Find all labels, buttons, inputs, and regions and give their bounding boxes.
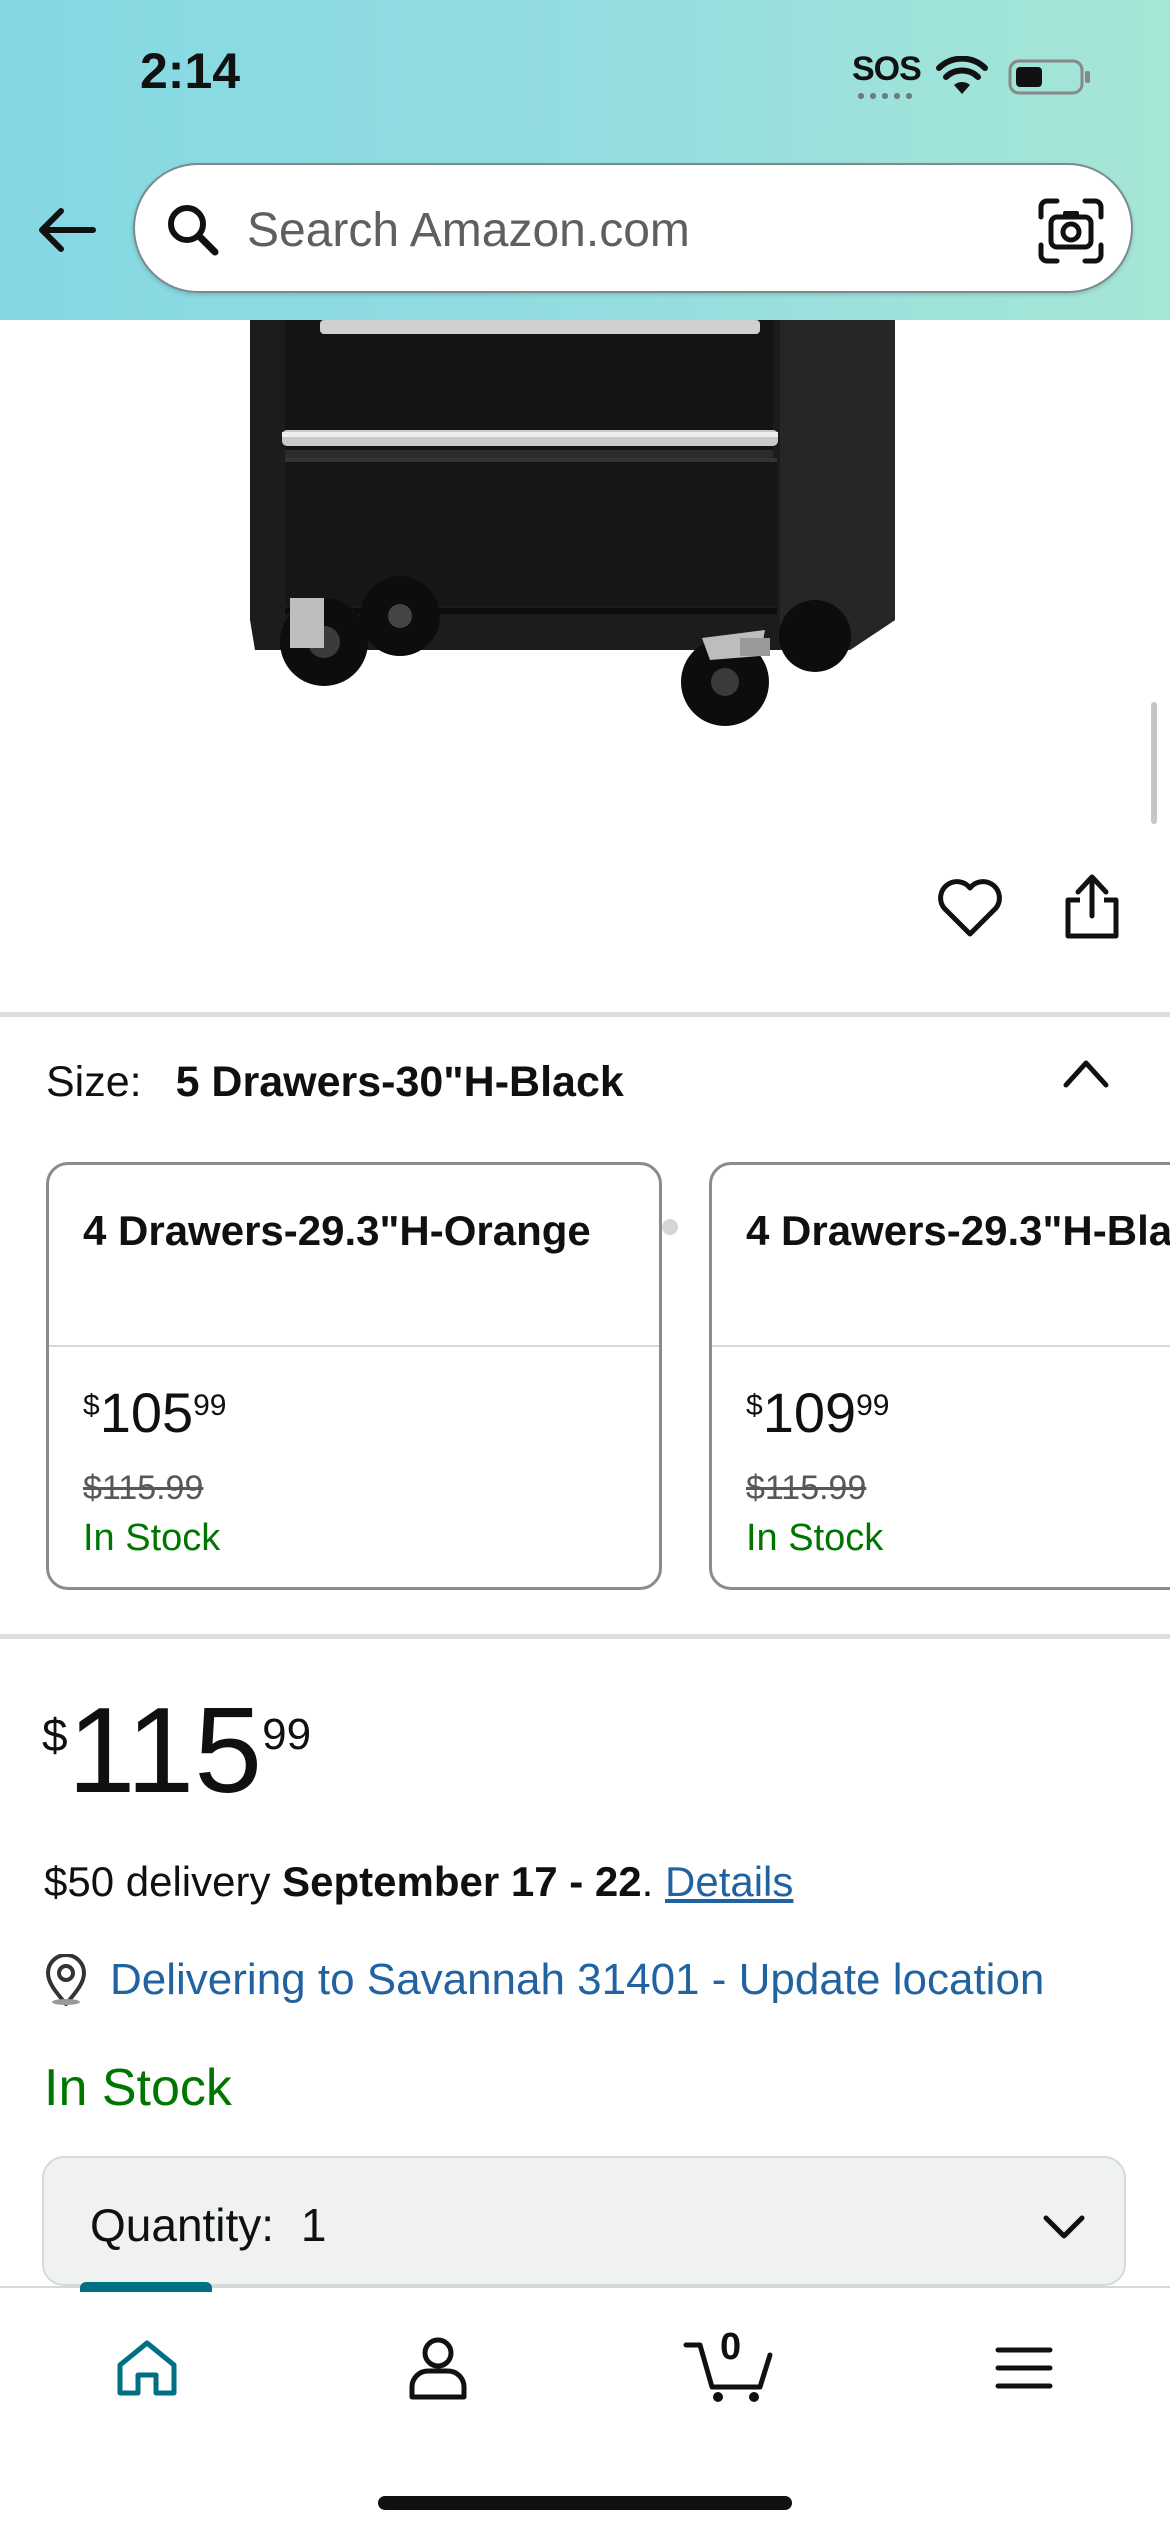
chevron-up-icon[interactable] (1060, 1055, 1112, 1091)
variant-price-fraction: 99 (856, 1389, 890, 1422)
heart-icon[interactable] (936, 878, 1004, 940)
quantity-dropdown[interactable]: Quantity: 1 (42, 2156, 1126, 2286)
delivery-info: $50 delivery September 17 - 22. Details (44, 1858, 793, 1906)
chevron-down-icon (1043, 2215, 1085, 2239)
camera-lens-icon[interactable] (1035, 195, 1107, 267)
variant-price-whole: 109 (762, 1381, 857, 1444)
update-location-link[interactable]: Delivering to Savannah 31401 - Update lo… (44, 1954, 1044, 2006)
variant-divider (712, 1345, 1170, 1347)
status-time: 2:14 (140, 43, 241, 99)
battery-icon (1008, 59, 1090, 95)
person-icon (409, 2337, 467, 2400)
delivery-date: September 17 - 22 (282, 1858, 642, 1905)
product-image (250, 320, 895, 726)
home-icon (117, 2340, 177, 2396)
variant-price-currency: $ (746, 1389, 763, 1422)
signal-dots-icon (855, 92, 915, 100)
share-icon[interactable] (1062, 872, 1122, 942)
variant-price-currency: $ (83, 1389, 100, 1422)
variant-card[interactable]: 4 Drawers-29.3"H-Orange $ 105 99 $115.99… (46, 1162, 662, 1590)
variant-price: $ 109 99 (746, 1383, 890, 1443)
nav-cart[interactable]: 0 (680, 2326, 780, 2408)
search-bar[interactable] (133, 163, 1133, 293)
variant-list-price: $115.99 (746, 1469, 867, 1507)
size-label: Size: (46, 1058, 142, 1106)
bottom-navigation: 0 (0, 2282, 1170, 2532)
home-indicator (378, 2496, 792, 2510)
product-price: $ 115 99 (42, 1682, 312, 1818)
nav-active-indicator (80, 2282, 212, 2292)
nav-account[interactable] (388, 2328, 488, 2408)
variant-stock: In Stock (746, 1517, 884, 1559)
availability-status: In Stock (44, 2059, 232, 2117)
scroll-indicator (1151, 702, 1157, 824)
delivery-suffix: . (641, 1858, 665, 1905)
location-text: Delivering to Savannah 31401 - Update lo… (110, 1955, 1045, 2004)
section-divider (0, 1634, 1170, 1639)
quantity-label: Quantity: 1 (90, 2198, 326, 2252)
size-selector: Size: 5 Drawers-30"H-Black (46, 1058, 624, 1107)
variant-stock: In Stock (83, 1517, 221, 1559)
price-fraction: 99 (262, 1710, 312, 1759)
variant-card[interactable]: 4 Drawers-29.3"H-Black $ 109 99 $115.99 … (709, 1162, 1170, 1590)
nav-home[interactable] (97, 2328, 197, 2408)
price-currency: $ (42, 1709, 68, 1761)
variant-divider (49, 1345, 659, 1347)
variant-title: 4 Drawers-29.3"H-Black (746, 1207, 1170, 1254)
header: 2:14 SOS (0, 0, 1170, 320)
status-sos: SOS (852, 50, 922, 88)
size-value: 5 Drawers-30"H-Black (175, 1058, 624, 1106)
variant-price: $ 105 99 (83, 1383, 227, 1443)
search-input[interactable] (247, 195, 1007, 265)
variant-price-fraction: 99 (193, 1389, 227, 1422)
nav-menu[interactable] (974, 2328, 1074, 2408)
back-button[interactable] (32, 200, 102, 260)
delivery-details-link[interactable]: Details (665, 1858, 793, 1905)
variant-carousel[interactable]: 4 Drawers-29.3"H-Orange $ 105 99 $115.99… (46, 1162, 1170, 1590)
quantity-value: 1 (300, 2199, 327, 2251)
variant-price-whole: 105 (99, 1381, 194, 1444)
delivery-prefix: $50 delivery (44, 1858, 283, 1905)
hamburger-menu-icon (995, 2347, 1053, 2389)
cart-count: 0 (720, 2326, 742, 2368)
quantity-label-text: Quantity: (90, 2199, 275, 2251)
price-whole: 115 (67, 1682, 263, 1818)
wifi-icon (936, 56, 988, 94)
location-pin-icon (45, 1954, 87, 2006)
arrow-left-icon (39, 208, 96, 252)
search-icon (168, 205, 219, 256)
section-divider (0, 1012, 1170, 1017)
variant-list-price: $115.99 (83, 1469, 204, 1507)
variant-title: 4 Drawers-29.3"H-Orange (83, 1207, 591, 1254)
